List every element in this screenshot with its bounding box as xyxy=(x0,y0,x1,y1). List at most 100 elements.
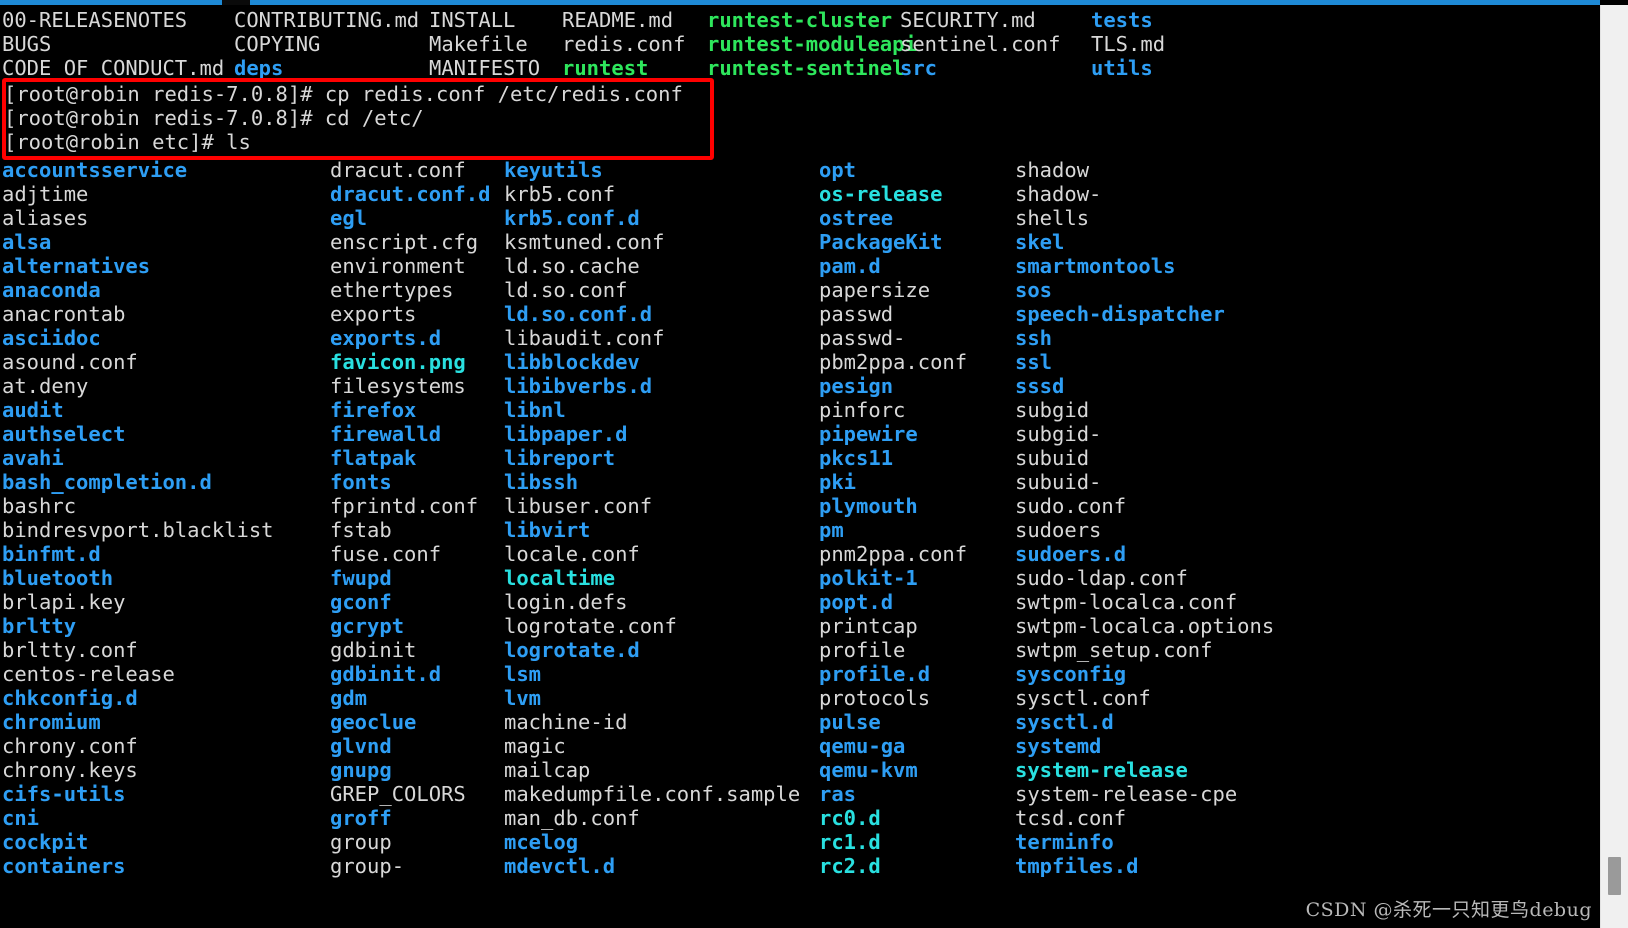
file-entry: sos xyxy=(1015,278,1053,302)
file-entry: terminfo xyxy=(1015,830,1114,854)
file-entry: subuid xyxy=(1015,446,1090,470)
file-entry: printcap xyxy=(819,614,918,638)
etc-ls-row: binfmt.d fuse.conf locale.conf pnm2ppa.conf… xyxy=(2,542,1600,566)
file-entry: libreport xyxy=(504,446,616,470)
etc-ls-row: anaconda ethertypes ld.so.conf papersize sos xyxy=(2,278,1600,302)
page-scrollbar-thumb[interactable] xyxy=(1608,857,1621,895)
file-entry: TLS.md xyxy=(1091,32,1166,56)
file-entry: passwd xyxy=(819,302,894,326)
terminal-screen: 00-RELEASENOTES CONTRIBUTING.md INSTALL REA… xyxy=(0,0,1628,928)
file-entry: skel xyxy=(1015,230,1065,254)
file-entry: libpaper.d xyxy=(504,422,628,446)
file-entry: gdbinit xyxy=(330,638,417,662)
file-entry: src xyxy=(900,56,938,80)
etc-ls-row: centos-release gdbinit.d lsm profile.d sysco… xyxy=(2,662,1600,686)
file-entry: locale.conf xyxy=(504,542,640,566)
file-entry: subuid- xyxy=(1015,470,1102,494)
file-entry: libblockdev xyxy=(504,350,640,374)
file-entry: pnm2ppa.conf xyxy=(819,542,968,566)
file-entry: MANIFESTO xyxy=(429,56,541,80)
file-entry: passwd- xyxy=(819,326,906,350)
file-entry: tmpfiles.d xyxy=(1015,854,1139,878)
file-entry: qemu-kvm xyxy=(819,758,918,782)
file-entry: pbm2ppa.conf xyxy=(819,350,968,374)
file-entry: CONTRIBUTING.md xyxy=(234,8,420,32)
etc-ls-row: chrony.keys gnupg mailcap qemu-kvm system-re… xyxy=(2,758,1600,782)
file-entry: lvm xyxy=(504,686,542,710)
previous-ls-row: 00-RELEASENOTES CONTRIBUTING.md INSTALL REA… xyxy=(2,8,1600,32)
etc-ls-row: cockpit group mcelog rc1.d terminfo xyxy=(2,830,1600,854)
file-entry: avahi xyxy=(2,446,64,470)
file-entry: bluetooth xyxy=(2,566,114,590)
file-entry: firefox xyxy=(330,398,417,422)
etc-ls-row: authselect firewalld libpaper.d pipewire sub… xyxy=(2,422,1600,446)
file-entry: anacrontab xyxy=(2,302,126,326)
file-entry: COPYING xyxy=(234,32,321,56)
file-entry: shells xyxy=(1015,206,1090,230)
file-entry: bash_completion.d xyxy=(2,470,212,494)
file-entry: rc1.d xyxy=(819,830,881,854)
file-entry: chrony.keys xyxy=(2,758,138,782)
file-entry: pesign xyxy=(819,374,894,398)
file-entry: fuse.conf xyxy=(330,542,442,566)
etc-ls-row: bindresvport.blacklist fstab libvirt pm sudo… xyxy=(2,518,1600,542)
file-entry: pki xyxy=(819,470,857,494)
file-entry: asciidoc xyxy=(2,326,101,350)
file-entry: mailcap xyxy=(504,758,591,782)
etc-ls-row: avahi flatpak libreport pkcs11 subuid xyxy=(2,446,1600,470)
file-entry: pinforc xyxy=(819,398,906,422)
etc-ls-row: brltty gcrypt logrotate.conf printcap swtpm-… xyxy=(2,614,1600,638)
etc-ls-row: accountsservice dracut.conf keyutils opt sha… xyxy=(2,158,1600,182)
file-entry: profile xyxy=(819,638,906,662)
file-entry: sysctl.conf xyxy=(1015,686,1151,710)
previous-ls-row: CODE_OF_CONDUCT.md deps MANIFESTO runtest ru… xyxy=(2,56,1600,80)
file-entry: libuser.conf xyxy=(504,494,653,518)
file-entry: aliases xyxy=(2,206,89,230)
file-entry: chrony.conf xyxy=(2,734,138,758)
file-entry: mdevctl.d xyxy=(504,854,616,878)
etc-ls-row: asciidoc exports.d libaudit.conf passwd-ssh xyxy=(2,326,1600,350)
file-entry: protocols xyxy=(819,686,931,710)
file-entry: popt.d xyxy=(819,590,894,614)
file-entry: runtest-cluster xyxy=(707,8,893,32)
page-scrollbar[interactable] xyxy=(1600,5,1628,928)
file-entry: sysconfig xyxy=(1015,662,1127,686)
file-entry: brltty.conf xyxy=(2,638,138,662)
file-entry: gcrypt xyxy=(330,614,405,638)
file-entry: at.deny xyxy=(2,374,89,398)
file-entry: containers xyxy=(2,854,126,878)
file-entry: egl xyxy=(330,206,368,230)
file-entry: gnupg xyxy=(330,758,392,782)
file-entry: chkconfig.d xyxy=(2,686,138,710)
file-entry: system-release-cpe xyxy=(1015,782,1238,806)
etc-ls-row: cni groff man_db.conf rc0.d tcsd.conf xyxy=(2,806,1600,830)
file-entry: PackageKit xyxy=(819,230,943,254)
file-entry: libnl xyxy=(504,398,566,422)
file-entry: GREP_COLORS xyxy=(330,782,466,806)
etc-ls-row: chrony.conf glvnd magic qemu-ga systemd xyxy=(2,734,1600,758)
file-entry: systemd xyxy=(1015,734,1102,758)
file-entry: subgid- xyxy=(1015,422,1102,446)
file-entry: exports.d xyxy=(330,326,442,350)
file-entry: sentinel.conf xyxy=(900,32,1061,56)
file-entry: sudoers.d xyxy=(1015,542,1127,566)
command-line: [root@robin redis-7.0.8]# cp redis.conf … xyxy=(4,82,683,106)
etc-ls-row: brltty.conf gdbinit logrotate.d profile swtp… xyxy=(2,638,1600,662)
etc-ls-row: asound.conf favicon.png libblockdev pbm2ppa… xyxy=(2,350,1600,374)
file-entry: dracut.conf.d xyxy=(330,182,491,206)
file-entry: fwupd xyxy=(330,566,392,590)
file-entry: sudo.conf xyxy=(1015,494,1127,518)
file-entry: group xyxy=(330,830,392,854)
file-entry: bindresvport.blacklist xyxy=(2,518,274,542)
file-entry: SECURITY.md xyxy=(900,8,1036,32)
etc-ls-row: bashrc fprintd.conf libuser.conf plymouth su… xyxy=(2,494,1600,518)
etc-ls-row: brlapi.key gconf login.defs popt.d swtpm-loc… xyxy=(2,590,1600,614)
file-entry: swtpm_setup.conf xyxy=(1015,638,1213,662)
file-entry: tcsd.conf xyxy=(1015,806,1127,830)
file-entry: group- xyxy=(330,854,405,878)
file-entry: centos-release xyxy=(2,662,175,686)
etc-ls-row: at.deny filesystems libibverbs.d pesign sssd xyxy=(2,374,1600,398)
file-entry: gconf xyxy=(330,590,392,614)
file-entry: INSTALL xyxy=(429,8,516,32)
file-entry: rc2.d xyxy=(819,854,881,878)
